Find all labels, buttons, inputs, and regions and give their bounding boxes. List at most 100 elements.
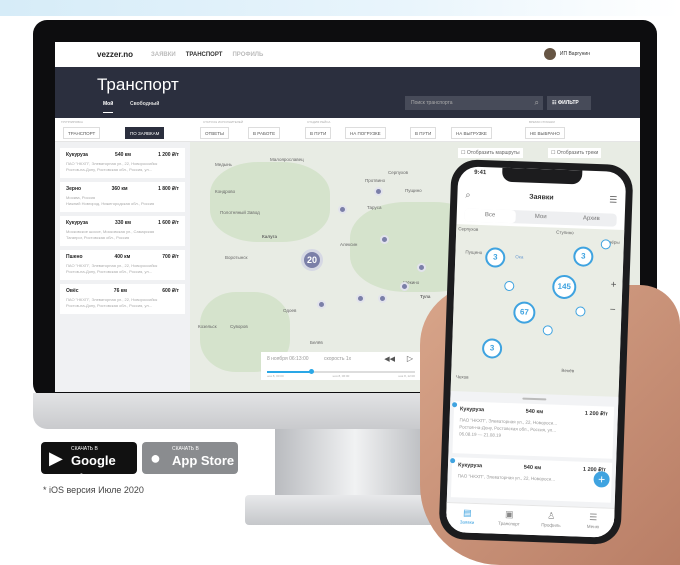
chip-en-route-2[interactable]: В ПУТИ <box>410 127 437 139</box>
city-label: Калуга <box>262 234 277 239</box>
nav-requests[interactable]: ЗАЯВКИ <box>151 52 176 58</box>
search-input[interactable]: Поиск транспорта ⌕ <box>405 96 543 110</box>
list-item[interactable]: Кукуруза 330 км 1 600 ₽/т Московское шоссе,… <box>60 216 185 246</box>
filter-button[interactable]: ☷ ФИЛЬТР <box>547 96 591 110</box>
to: Нижний Новгород, Нижегородская обл., Рос… <box>66 201 155 206</box>
map-cluster[interactable]: 67 <box>512 301 536 324</box>
map-cluster[interactable]: 20 <box>301 249 323 271</box>
filter-icon[interactable]: ☰ <box>609 194 617 205</box>
to: Ростов-на-Дону, Ростовская обл., Россия,… <box>66 303 153 308</box>
map-pin[interactable] <box>504 280 515 292</box>
list-item[interactable]: Кукуруза 540 км 1 200 ₽/т ПАО "НКХП", Элева… <box>60 148 185 178</box>
city-label: Ступино <box>556 229 574 236</box>
tick-label: ноя 8, 06:00 <box>332 374 350 378</box>
logo[interactable]: vezzer.no <box>97 50 133 59</box>
list-item[interactable]: Зерно 360 км 1 800 ₽/т Москва, Россия Нижний… <box>60 182 185 212</box>
search-icon: ⌕ <box>534 98 539 107</box>
tab-menu[interactable]: ☰ Меню <box>572 507 615 537</box>
list-item[interactable]: Пшено 400 км 700 ₽/т ПАО "НКХП", Элеваторна… <box>60 250 185 280</box>
map-marker[interactable] <box>374 187 383 196</box>
page-title: Транспорт <box>97 75 179 94</box>
chip-answers[interactable]: ОТВЕТЫ <box>200 127 229 139</box>
map-marker[interactable] <box>378 294 387 303</box>
cargo: Пшено <box>66 254 83 260</box>
tab-label: Профиль <box>541 522 561 528</box>
show-routes-checkbox[interactable]: ☐ Отобразить маршруты <box>458 148 523 158</box>
distance: 540 км <box>115 152 131 158</box>
show-tracks-checkbox[interactable]: ☐ Отобразить треки <box>548 148 602 158</box>
city-label: Пущино <box>465 249 483 256</box>
player-speed[interactable]: скорость 1х <box>324 356 351 362</box>
map-marker[interactable] <box>380 235 389 244</box>
ios-note: * iOS версия Июле 2020 <box>43 485 144 495</box>
filter-row: ГРУППИРОВКА СТАТУСЫ ИСПОЛНИТЕЛЕЙ СТАДИЯ … <box>55 118 640 142</box>
mobile-map[interactable]: Серпухов Ступино Пущино Ока Озёры Венёв … <box>450 224 625 405</box>
nav-profile[interactable]: ПРОФИЛЬ <box>232 52 263 58</box>
tab-transport[interactable]: ▣ Транспорт <box>488 504 531 534</box>
track-player: 8 ноября 06:13:00 скорость 1х ◀◀ ▷ ноя 8… <box>261 352 421 380</box>
rewind-icon[interactable]: ◀◀ <box>384 355 395 363</box>
map-cluster[interactable]: 3 <box>573 246 594 267</box>
menu-icon: ☰ <box>589 511 598 523</box>
map-cluster[interactable]: 3 <box>481 338 503 359</box>
map-marker[interactable] <box>317 300 326 309</box>
show-tracks-label: Отобразить треки <box>556 150 599 156</box>
tab-free[interactable]: Свободный <box>130 101 159 107</box>
map-pin[interactable] <box>575 306 586 317</box>
chip-not-selected[interactable]: НЕ ВЫБРАНО <box>525 127 565 139</box>
segment-all[interactable]: Все <box>464 208 516 224</box>
map-marker[interactable] <box>338 205 347 214</box>
sheet-handle[interactable] <box>522 397 547 401</box>
city-label: Серпухов <box>458 226 479 232</box>
map-pin[interactable] <box>600 239 611 250</box>
tab-requests[interactable]: ▤ Заявки <box>446 503 489 533</box>
request-list: Кукуруза 540 км 1 200 ₽/т ПАО "НКХП", Элева… <box>55 142 190 392</box>
requests-icon: ▤ <box>462 507 472 518</box>
to: Ростов-на-Дону, Ростовская обл., Россия,… <box>66 269 153 274</box>
time-label: ВРЕМЯ СТОЯНКИ <box>529 120 555 124</box>
distance: 540 км <box>523 464 542 472</box>
tab-profile[interactable]: ♙ Профиль <box>530 506 573 536</box>
show-routes-label: Отобразить маршруты <box>466 150 520 156</box>
chip-by-requests[interactable]: ПО ЗАЯВКАМ <box>125 127 165 139</box>
track-slider[interactable] <box>267 369 415 374</box>
chip-loading[interactable]: НА ПОГРУЗКЕ <box>345 127 386 139</box>
user-menu[interactable]: ИП Варгунин <box>543 48 590 60</box>
map-pin[interactable] <box>542 325 553 336</box>
chip-unloading[interactable]: НА ВЫГРУЗКЕ <box>451 127 492 139</box>
screen-title: Заявки <box>529 193 554 202</box>
chip-in-work[interactable]: В РАБОТЕ <box>248 127 281 139</box>
cargo: Кукуруза <box>66 152 88 158</box>
chip-en-route[interactable]: В ПУТИ <box>305 127 332 139</box>
filter-label: ФИЛЬТР <box>557 100 579 106</box>
list-item[interactable]: Кукуруза 540 км 1 200 ₽/т ПАО "НКХП", Элев… <box>450 457 613 503</box>
map-marker[interactable] <box>400 282 409 291</box>
slider-fill <box>267 371 312 373</box>
app-store-button[interactable]: ● СКАЧАТЬ В App Store <box>142 442 238 474</box>
top-band <box>0 0 680 16</box>
zoom-in-icon[interactable]: + <box>610 280 616 291</box>
nav-transport[interactable]: ТРАНСПОРТ <box>186 52 223 58</box>
city-label: Козельск <box>198 324 217 329</box>
city-label: Белёв <box>310 340 323 345</box>
map-marker[interactable] <box>356 294 365 303</box>
map-marker[interactable] <box>417 263 426 272</box>
list-item[interactable]: Кукуруза 540 км 1 200 ₽/т ПАО "НКХП", Элев… <box>452 401 615 459</box>
stage-label: СТАДИЯ РЕЙСА <box>307 120 331 124</box>
tab-mine[interactable]: Мой <box>103 101 114 113</box>
list-item[interactable]: Овёс 76 км 600 ₽/т ПАО "НКХП", Элеваторная … <box>60 284 185 314</box>
segment-mine[interactable]: Мои <box>515 210 566 225</box>
group-label: ГРУППИРОВКА <box>61 120 83 124</box>
price: 600 ₽/т <box>162 288 179 294</box>
city-label: Ока <box>515 254 524 260</box>
zoom-out-icon[interactable]: − <box>609 305 615 316</box>
play-icon[interactable]: ▷ <box>407 354 413 363</box>
map-cluster[interactable]: 3 <box>484 247 506 268</box>
google-play-button[interactable]: ▶ СКАЧАТЬ В Google Play <box>41 442 137 486</box>
segment-control: Все Мои Архив <box>464 208 617 227</box>
tab-bar: ▤ Заявки ▣ Транспорт ♙ Профиль ☰ Меню <box>445 501 615 538</box>
map-cluster[interactable]: 145 <box>551 274 577 300</box>
segment-archive[interactable]: Архив <box>566 212 617 227</box>
page-header: Транспорт Мой Свободный Поиск транспорта… <box>55 67 640 118</box>
chip-transport[interactable]: ТРАНСПОРТ <box>63 127 101 139</box>
